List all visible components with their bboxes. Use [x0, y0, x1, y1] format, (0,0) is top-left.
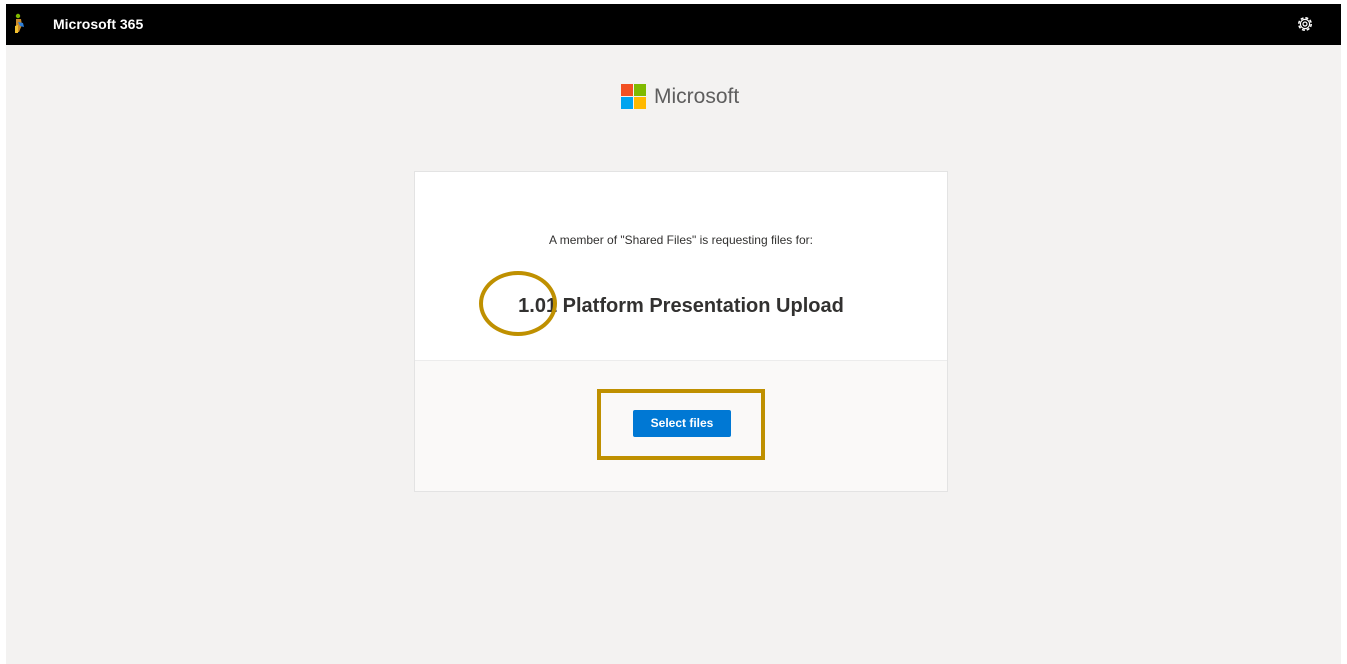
brand-name: Microsoft [654, 85, 740, 108]
logo-square-red [621, 84, 633, 96]
file-request-card: A member of "Shared Files" is requesting… [414, 171, 948, 492]
upload-actions: Select files [415, 361, 947, 491]
gear-icon[interactable] [1294, 13, 1316, 35]
logo-square-blue [621, 97, 633, 109]
top-bar: Microsoft 365 [6, 4, 1341, 45]
app-title[interactable]: Microsoft 365 [53, 16, 143, 33]
page-frame: Microsoft 365 Microsoft A member of "Sha… [6, 4, 1341, 664]
app-logo-icon[interactable] [12, 13, 26, 35]
logo-square-green [634, 84, 646, 96]
microsoft-logo-icon [621, 84, 646, 109]
request-description: A member of "Shared Files" is requesting… [549, 233, 813, 247]
request-info: A member of "Shared Files" is requesting… [415, 172, 947, 361]
logo-square-yellow [634, 97, 646, 109]
select-files-button[interactable]: Select files [633, 410, 731, 437]
request-title: 1.01 Platform Presentation Upload [518, 295, 844, 317]
